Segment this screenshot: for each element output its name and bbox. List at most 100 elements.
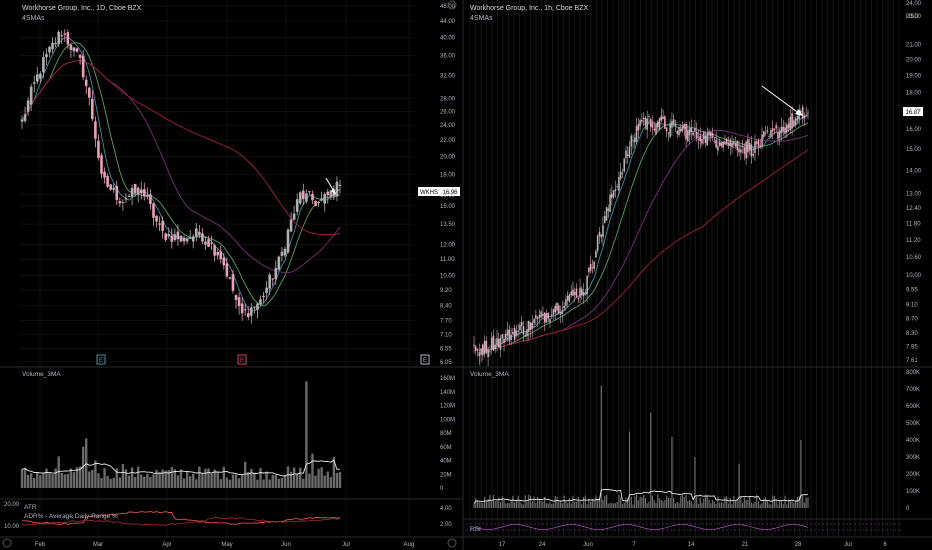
candle-body: [533, 319, 535, 324]
volume-bar: [667, 497, 669, 508]
candle-body: [499, 338, 502, 350]
candle-body: [305, 193, 308, 202]
volume-bar: [118, 477, 122, 488]
volume-bar: [473, 503, 475, 508]
candle-body: [565, 299, 567, 306]
right-volume-axis[interactable]: 800K700K600K500K400K300K200K100K0: [906, 370, 920, 512]
volume-bar: [161, 469, 164, 488]
volume-bar: [657, 494, 659, 508]
price-tick-label: 22.00: [440, 138, 456, 144]
candle-body: [505, 333, 507, 340]
volume-bar: [492, 494, 495, 508]
volume-bar: [329, 477, 333, 488]
volume-bar: [51, 474, 54, 488]
candle-body: [671, 120, 673, 128]
volume-bar: [112, 477, 115, 488]
atr-left-top: 20.00: [4, 502, 20, 508]
volume-bar: [326, 471, 329, 488]
volume-tick-label: 500K: [906, 421, 920, 427]
candle-body: [487, 348, 489, 358]
candle-body: [612, 190, 615, 197]
candle-body: [589, 263, 592, 271]
candle-body: [681, 127, 684, 132]
volume-bar: [734, 500, 737, 508]
candle-body: [130, 188, 134, 197]
price-tick-label: 9.20: [440, 288, 452, 294]
candle-body: [133, 183, 137, 194]
volume-bar: [551, 504, 553, 508]
volume-bar: [609, 502, 611, 508]
volume-bar: [140, 474, 143, 488]
candle-body: [198, 231, 201, 235]
candle-body: [48, 46, 51, 53]
volume-bar: [625, 497, 627, 508]
candle-body: [745, 141, 747, 159]
candle-body: [635, 126, 638, 142]
price-tick-label: 7.95: [906, 344, 918, 350]
volume-bar: [335, 472, 339, 488]
price-tick-label: 24.00: [906, 1, 922, 7]
candle-body: [72, 47, 76, 52]
price-tick-label: 24.00: [440, 123, 456, 129]
volume-bar: [646, 503, 648, 508]
candle-body: [651, 122, 654, 128]
candle-body: [602, 225, 604, 237]
volume-bar: [593, 500, 595, 508]
volume-bar: [607, 503, 609, 508]
volume-bar: [540, 500, 542, 508]
candle-body: [167, 234, 171, 237]
volume-bar: [715, 503, 717, 508]
candle-body: [685, 124, 687, 140]
candle-body: [593, 261, 595, 269]
volume-bar: [478, 501, 480, 508]
volume-bar: [632, 504, 634, 508]
volume-bar: [23, 467, 27, 488]
candle-body: [787, 123, 790, 129]
volume-bar: [611, 503, 613, 508]
volume-bar: [48, 473, 51, 488]
volume-bar: [673, 497, 675, 508]
volume-bar: [559, 500, 562, 508]
candle-body: [552, 309, 555, 315]
candle-body: [240, 303, 244, 314]
candle-body: [213, 245, 216, 256]
volume-bar: [72, 472, 76, 488]
volume-bar: [274, 475, 277, 488]
candle-body: [713, 140, 716, 142]
volume-bar: [219, 479, 222, 488]
candle-body: [531, 322, 534, 329]
candle-body: [619, 171, 622, 179]
volume-bar: [558, 500, 560, 508]
candle-body: [658, 117, 661, 131]
candle-body: [302, 190, 305, 200]
volume-bar: [742, 503, 744, 508]
volume-bar: [524, 495, 526, 508]
volume-bar: [299, 467, 302, 488]
volume-bar: [763, 498, 765, 508]
volume-bar: [170, 466, 174, 488]
candle-body: [561, 309, 564, 314]
candle-body: [556, 302, 558, 311]
volume-bar: [704, 494, 707, 508]
volume-bar: [305, 381, 308, 488]
candle-body: [26, 100, 30, 112]
volume-bar: [706, 495, 708, 508]
price-tick-label: 15.00: [440, 204, 456, 210]
volume-bar: [777, 504, 779, 508]
price-tick-label: 10.60: [906, 255, 922, 261]
volume-bar: [655, 502, 657, 508]
candle-body: [715, 139, 717, 148]
candle-body: [729, 139, 732, 147]
volume-bar: [485, 501, 487, 508]
candle-body: [704, 135, 707, 144]
candle-body: [748, 142, 751, 151]
time-tick-label: 21: [742, 542, 749, 548]
candle-body: [87, 87, 91, 98]
volume-bar: [782, 504, 784, 508]
price-tick-label: 7.70: [440, 319, 452, 325]
candle-body: [754, 141, 756, 153]
volume-bar: [653, 500, 655, 508]
price-tick-label: 18.00: [906, 90, 922, 96]
candle-body: [775, 125, 777, 129]
price-tick-label: 9.55: [906, 287, 918, 293]
